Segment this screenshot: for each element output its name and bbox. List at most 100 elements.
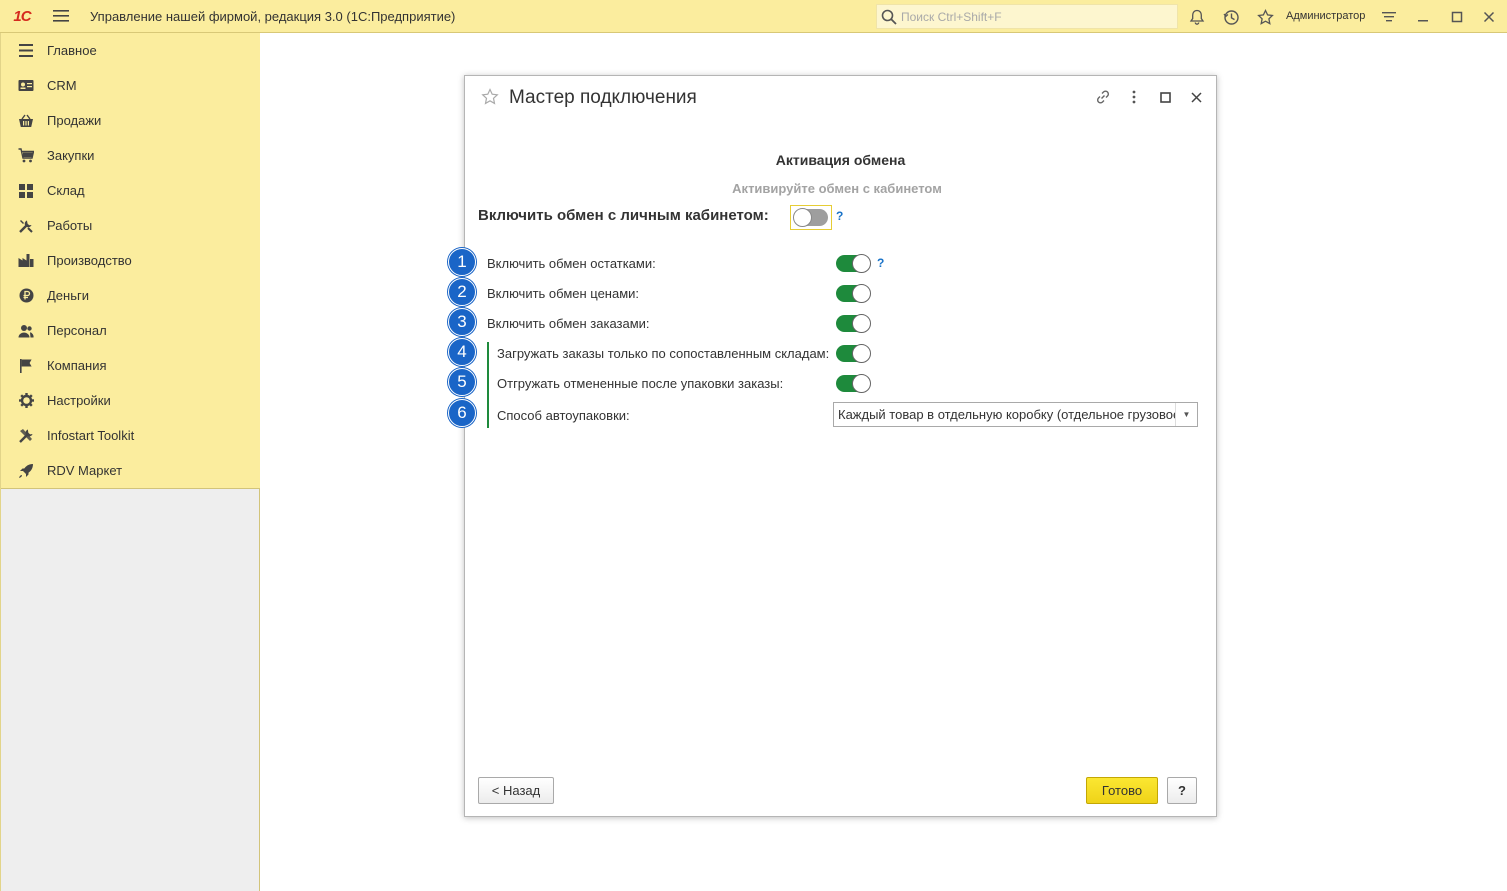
stock-exchange-toggle[interactable] xyxy=(836,254,871,273)
sidebar-item-label: Компания xyxy=(47,358,107,373)
sidebar-item-crm[interactable]: CRM xyxy=(1,68,260,103)
step-badge-6: 6 xyxy=(448,399,476,427)
gear-icon xyxy=(18,393,34,409)
done-button[interactable]: Готово xyxy=(1086,777,1158,804)
contact-card-icon xyxy=(18,78,34,94)
sidebar-item-settings[interactable]: Настройки xyxy=(1,383,260,418)
maximize-dialog-button[interactable] xyxy=(1154,86,1176,108)
toggle-switch[interactable] xyxy=(836,344,871,363)
sidebar-item-rdv-market[interactable]: RDV Маркет xyxy=(1,453,260,488)
rocket-icon xyxy=(18,463,34,479)
sidebar-item-main[interactable]: Главное xyxy=(1,33,260,68)
autopack-method-select[interactable]: Каждый товар в отдельную коробку (отдель… xyxy=(833,402,1198,427)
history-icon xyxy=(1223,9,1239,25)
sidebar-item-company[interactable]: Компания xyxy=(1,348,260,383)
app-title: Управление нашей фирмой, редакция 3.0 (1… xyxy=(90,8,456,24)
orders-group-line xyxy=(487,342,489,428)
copy-link-button[interactable] xyxy=(1092,86,1114,108)
global-search[interactable] xyxy=(876,4,1178,29)
close-dialog-button[interactable] xyxy=(1185,86,1207,108)
stock-exchange-help[interactable]: ? xyxy=(877,256,884,270)
maximize-icon xyxy=(1451,11,1463,23)
minimize-button[interactable] xyxy=(1411,5,1435,29)
ship-cancelled-label: Отгружать отмененные после упаковки зака… xyxy=(497,376,784,391)
factory-icon xyxy=(18,253,34,269)
back-button[interactable]: < Назад xyxy=(478,777,554,804)
dialog-title: Мастер подключения xyxy=(509,87,697,108)
maximize-icon xyxy=(1159,91,1171,103)
favorite-star-button[interactable] xyxy=(481,88,499,111)
toggle-switch[interactable] xyxy=(836,284,871,303)
main-exchange-label: Включить обмен с личным кабинетом: xyxy=(478,207,769,224)
sidebar-item-label: Деньги xyxy=(47,288,89,303)
toggle-switch[interactable] xyxy=(836,254,871,273)
dropdown-arrow-icon[interactable]: ▼ xyxy=(1175,403,1197,426)
price-exchange-label: Включить обмен ценами: xyxy=(487,286,640,301)
step-badge-3: 3 xyxy=(448,308,476,336)
search-icon xyxy=(881,9,897,25)
sidebar-item-infostart-toolkit[interactable]: Infostart Toolkit xyxy=(1,418,260,453)
autopack-method-value: Каждый товар в отдельную коробку (отдель… xyxy=(838,407,1175,422)
search-input[interactable] xyxy=(901,9,1171,24)
ruble-icon xyxy=(18,288,34,304)
mapped-warehouses-label: Загружать заказы только по сопоставленны… xyxy=(497,346,830,361)
star-icon xyxy=(1256,8,1274,25)
sidebar-item-label: Персонал xyxy=(47,323,107,338)
price-exchange-toggle[interactable] xyxy=(836,284,871,303)
sections-menu: Главное CRM Продажи Закупки Склад Работы… xyxy=(1,33,260,489)
toggle-switch[interactable] xyxy=(836,374,871,393)
help-button[interactable]: ? xyxy=(1167,777,1197,804)
settings-menu-button[interactable] xyxy=(1377,5,1401,29)
sidebar-item-works[interactable]: Работы xyxy=(1,208,260,243)
cart-icon xyxy=(18,148,34,164)
ship-cancelled-toggle[interactable] xyxy=(836,374,871,393)
sidebar-item-label: RDV Маркет xyxy=(47,463,123,478)
more-vertical-icon xyxy=(1132,90,1136,104)
sidebar-item-production[interactable]: Производство xyxy=(1,243,260,278)
app-logo[interactable]: 1С xyxy=(0,0,44,33)
sidebar-item-personnel[interactable]: Персонал xyxy=(1,313,260,348)
section-subtitle: Активируйте обмен с кабинетом xyxy=(732,181,942,196)
favorites-button[interactable] xyxy=(1253,5,1277,29)
toggle-knob xyxy=(852,254,871,273)
sidebar-item-label: Закупки xyxy=(47,148,95,163)
notifications-button[interactable] xyxy=(1185,5,1209,29)
sidebar: Главное CRM Продажи Закупки Склад Работы… xyxy=(0,33,260,891)
toggle-switch[interactable] xyxy=(792,208,828,227)
sidebar-item-warehouse[interactable]: Склад xyxy=(1,173,260,208)
maximize-button[interactable] xyxy=(1445,5,1469,29)
sidebar-item-label: Главное xyxy=(47,43,97,58)
main-menu-button[interactable] xyxy=(44,0,78,33)
toggle-knob xyxy=(852,284,871,303)
people-icon xyxy=(18,323,34,339)
sidebar-item-sales[interactable]: Продажи xyxy=(1,103,260,138)
close-window-button[interactable] xyxy=(1477,5,1501,29)
sidebar-item-money[interactable]: Деньги xyxy=(1,278,260,313)
more-actions-button[interactable] xyxy=(1123,86,1145,108)
main-exchange-help[interactable]: ? xyxy=(836,209,843,223)
settings-lines-icon xyxy=(1382,12,1396,22)
sidebar-item-label: CRM xyxy=(47,78,77,93)
sidebar-item-purchases[interactable]: Закупки xyxy=(1,138,260,173)
wrench-icon xyxy=(18,428,34,444)
connection-wizard-dialog: Мастер подключения Активация обмена Акти… xyxy=(448,75,1217,817)
toggle-switch[interactable] xyxy=(836,314,871,333)
main-exchange-toggle[interactable] xyxy=(790,205,832,230)
tools-icon xyxy=(18,218,34,234)
mapped-warehouses-toggle[interactable] xyxy=(836,344,871,363)
history-button[interactable] xyxy=(1219,5,1243,29)
bell-icon xyxy=(1189,9,1205,25)
orders-exchange-toggle[interactable] xyxy=(836,314,871,333)
step-badge-4: 4 xyxy=(448,338,476,366)
close-icon xyxy=(1190,91,1202,103)
autopack-method-label: Способ автоупаковки: xyxy=(497,408,630,423)
sidebar-item-label: Склад xyxy=(47,183,85,198)
sidebar-item-label: Infostart Toolkit xyxy=(47,428,135,443)
sidebar-item-label: Производство xyxy=(47,253,132,268)
hamburger-icon xyxy=(53,10,69,22)
user-name[interactable]: Администратор xyxy=(1286,10,1365,22)
basket-icon xyxy=(18,113,34,129)
title-bar: 1С Управление нашей фирмой, редакция 3.0… xyxy=(0,0,1507,33)
list-icon xyxy=(18,43,34,59)
step-badge-5: 5 xyxy=(448,368,476,396)
